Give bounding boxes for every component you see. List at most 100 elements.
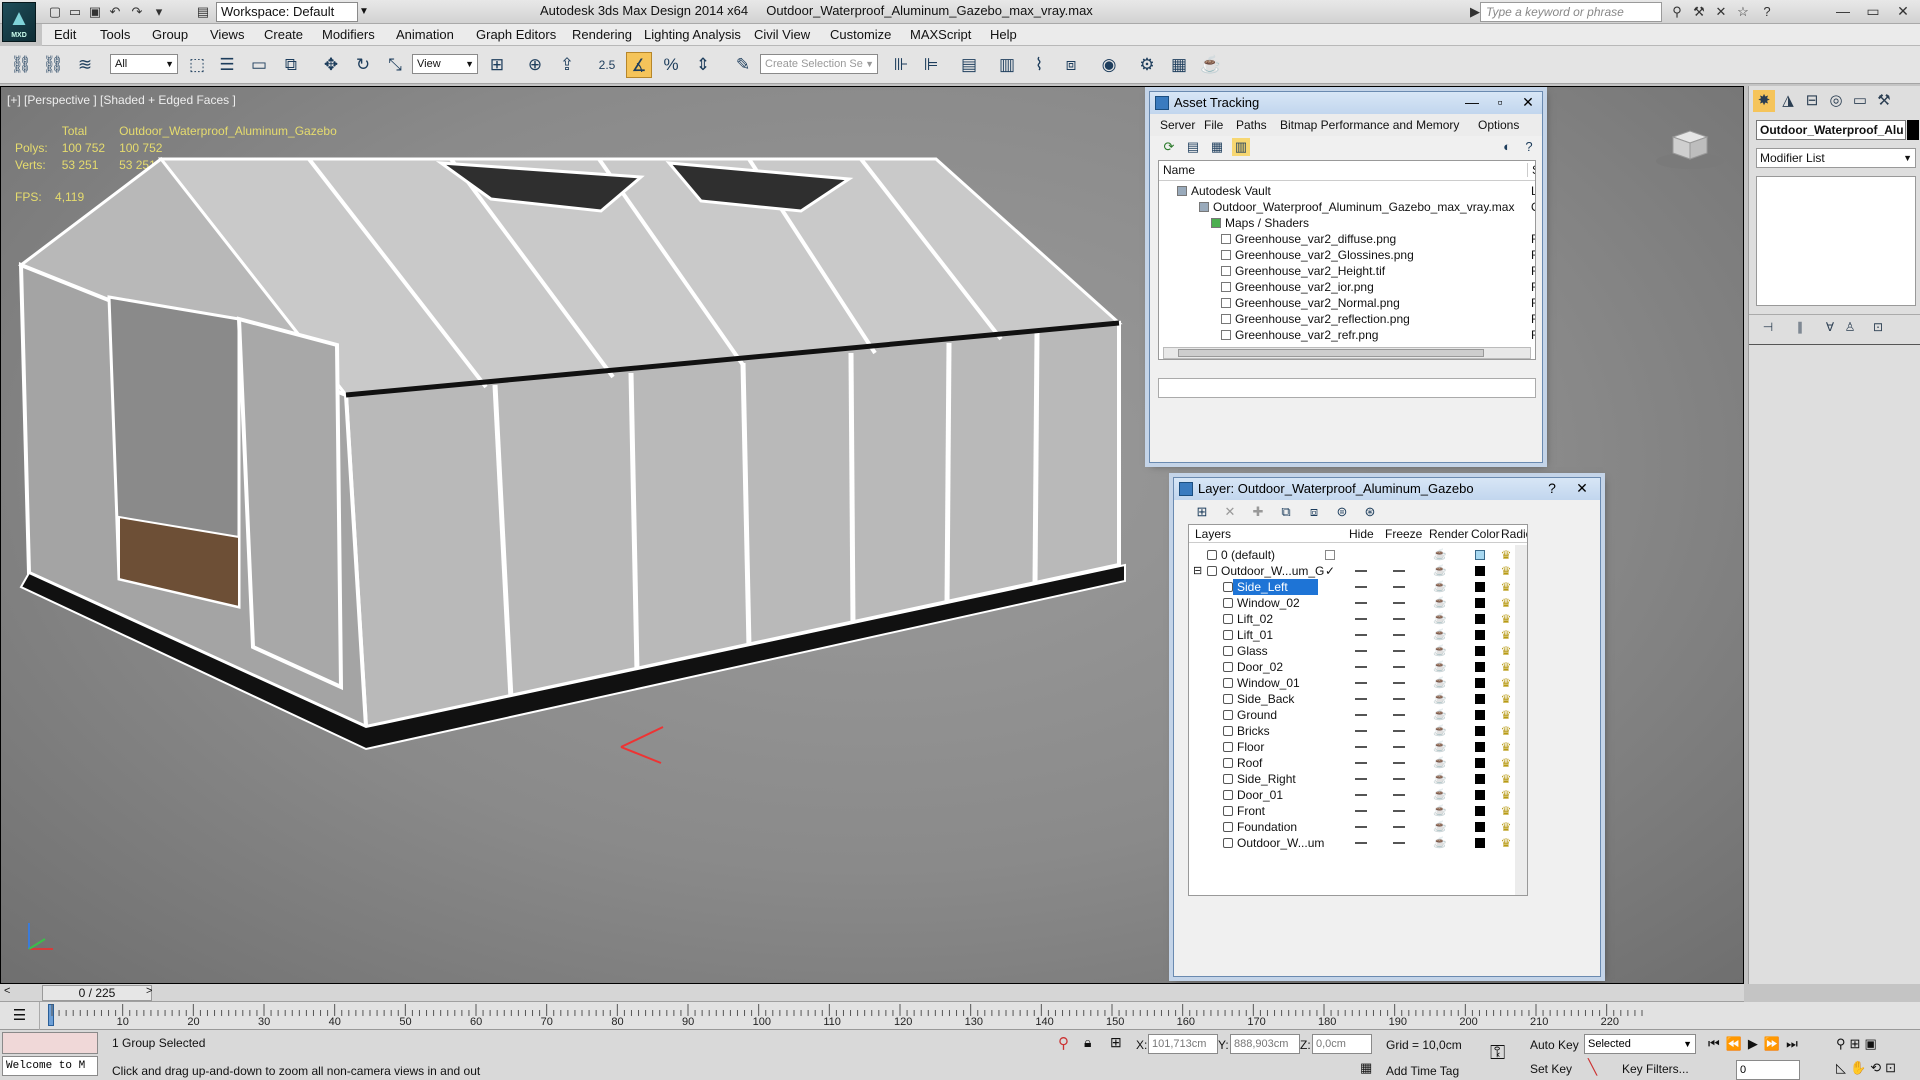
layer-row[interactable]: 0 (default) ☕ ♛ bbox=[1189, 547, 1527, 563]
modifier-stack[interactable] bbox=[1756, 176, 1916, 306]
keyboard-shortcut-override-icon[interactable]: ⇪ bbox=[554, 52, 580, 78]
remove-modifier-icon[interactable]: ♙ bbox=[1839, 316, 1861, 338]
render-production-icon[interactable]: ☕ bbox=[1198, 52, 1224, 78]
time-tag-icon[interactable]: ▦ bbox=[1360, 1060, 1372, 1076]
menu-server[interactable]: Server bbox=[1160, 118, 1195, 132]
scale-icon[interactable]: ⤡ bbox=[382, 52, 408, 78]
column-freeze[interactable]: Freeze bbox=[1385, 527, 1422, 541]
workspace-dropdown[interactable]: Workspace: Default ▼ bbox=[216, 2, 369, 22]
angle-snap-icon[interactable]: ∡ bbox=[626, 52, 652, 78]
layer-color-swatch[interactable] bbox=[1475, 822, 1485, 832]
freeze-toggle[interactable] bbox=[1393, 778, 1405, 780]
horizontal-scrollbar[interactable] bbox=[1163, 347, 1531, 359]
viewcube[interactable] bbox=[1653, 123, 1727, 171]
asset-row[interactable]: Greenhouse_var2_Normal.png Found bbox=[1159, 295, 1535, 311]
refresh-icon[interactable]: ⟳ bbox=[1160, 138, 1178, 156]
menu-paths[interactable]: Paths bbox=[1236, 118, 1267, 132]
current-layer-checkbox[interactable] bbox=[1325, 550, 1335, 560]
zoom-extents-icon[interactable]: ▣ bbox=[1864, 1036, 1880, 1051]
hide-toggle[interactable] bbox=[1355, 698, 1367, 700]
freeze-toggle[interactable] bbox=[1393, 842, 1405, 844]
zoom-all-icon[interactable]: ⊞ bbox=[1850, 1036, 1865, 1051]
asset-row[interactable]: Greenhouse_var2_Glossines.png Found bbox=[1159, 247, 1535, 263]
column-render[interactable]: Render bbox=[1429, 527, 1468, 541]
render-teapot-icon[interactable]: ☕ bbox=[1433, 789, 1447, 801]
help-icon[interactable]: ? bbox=[1520, 138, 1538, 156]
collapse-icon[interactable]: ⊟ bbox=[1193, 563, 1202, 579]
percent-snap-icon[interactable]: % bbox=[658, 52, 684, 78]
favorites-star-icon[interactable]: ☆ bbox=[1734, 3, 1752, 20]
hierarchy-tab-icon[interactable]: ⊟ bbox=[1801, 90, 1823, 112]
play-icon[interactable]: ▶ bbox=[1748, 1036, 1764, 1051]
chevron-down-icon[interactable]: ▼ bbox=[359, 3, 371, 21]
save-file-icon[interactable]: ▣ bbox=[86, 3, 104, 20]
orbit-icon[interactable]: ⟲ bbox=[1870, 1060, 1885, 1075]
spinner-snap-icon[interactable]: ⇕ bbox=[690, 52, 716, 78]
exchange-icon[interactable]: ✕ bbox=[1712, 3, 1730, 20]
show-end-result-icon[interactable]: ∥ bbox=[1789, 316, 1811, 338]
radiosity-icon[interactable]: ♛ bbox=[1499, 740, 1513, 754]
align-icon[interactable]: ⊫ bbox=[918, 52, 944, 78]
hide-toggle[interactable] bbox=[1355, 794, 1367, 796]
asset-tracking-title-bar[interactable]: Asset Tracking — ▫ ✕ bbox=[1150, 92, 1542, 114]
menu-bitmap-performance[interactable]: Bitmap Performance and Memory bbox=[1280, 118, 1459, 132]
freeze-toggle[interactable] bbox=[1393, 602, 1405, 604]
freeze-toggle[interactable] bbox=[1393, 730, 1405, 732]
layer-row[interactable]: Floor ☕ ♛ bbox=[1189, 739, 1527, 755]
freeze-toggle[interactable] bbox=[1393, 570, 1405, 572]
radiosity-icon[interactable]: ♛ bbox=[1499, 644, 1513, 658]
menu-civil-view[interactable]: Civil View bbox=[754, 27, 810, 42]
column-color[interactable]: Color bbox=[1471, 527, 1500, 541]
create-tab-icon[interactable]: ✸ bbox=[1753, 90, 1775, 112]
menu-customize[interactable]: Customize bbox=[830, 27, 891, 42]
menu-create[interactable]: Create bbox=[264, 27, 303, 42]
modify-tab-icon[interactable]: ◮ bbox=[1777, 90, 1799, 112]
time-slider-thumb[interactable]: 0 / 225 bbox=[42, 985, 152, 1001]
subscription-icon[interactable]: ⚒ bbox=[1690, 3, 1708, 20]
search-input[interactable]: Type a keyword or phrase bbox=[1480, 2, 1662, 22]
selection-filter-dropdown[interactable]: All ▼ bbox=[110, 54, 178, 74]
radiosity-icon[interactable]: ♛ bbox=[1499, 788, 1513, 802]
hide-toggle[interactable] bbox=[1355, 826, 1367, 828]
menu-options[interactable]: Options bbox=[1478, 118, 1519, 132]
render-teapot-icon[interactable]: ☕ bbox=[1433, 581, 1447, 593]
chevron-left-icon[interactable]: < bbox=[4, 985, 10, 997]
render-teapot-icon[interactable]: ☕ bbox=[1433, 757, 1447, 769]
freeze-toggle[interactable] bbox=[1393, 794, 1405, 796]
freeze-toggle[interactable] bbox=[1393, 618, 1405, 620]
layer-row[interactable]: Bricks ☕ ♛ bbox=[1189, 723, 1527, 739]
menu-edit[interactable]: Edit bbox=[54, 27, 76, 42]
curve-editor-icon[interactable]: ⌇ bbox=[1026, 52, 1052, 78]
redo-icon[interactable]: ↷ bbox=[128, 3, 146, 20]
mirror-icon[interactable]: ⊪ bbox=[888, 52, 914, 78]
freeze-toggle[interactable] bbox=[1393, 682, 1405, 684]
set-key-filter-icon[interactable]: ╲ bbox=[1588, 1058, 1597, 1076]
asset-row[interactable]: Greenhouse_var2_diffuse.png Found bbox=[1159, 231, 1535, 247]
column-layers[interactable]: Layers bbox=[1195, 527, 1231, 541]
layer-row[interactable]: Side_Right ☕ ♛ bbox=[1189, 771, 1527, 787]
radiosity-icon[interactable]: ♛ bbox=[1499, 580, 1513, 594]
render-teapot-icon[interactable]: ☕ bbox=[1433, 661, 1447, 673]
menu-tools[interactable]: Tools bbox=[100, 27, 130, 42]
open-file-icon[interactable]: ▭ bbox=[66, 3, 84, 20]
layer-color-swatch[interactable] bbox=[1475, 566, 1485, 576]
layer-row[interactable]: Lift_01 ☕ ♛ bbox=[1189, 627, 1527, 643]
freeze-toggle[interactable] bbox=[1393, 586, 1405, 588]
hide-toggle[interactable] bbox=[1355, 682, 1367, 684]
select-by-name-icon[interactable]: ☰ bbox=[214, 52, 240, 78]
render-teapot-icon[interactable]: ☕ bbox=[1433, 549, 1447, 561]
hide-toggle[interactable] bbox=[1355, 666, 1367, 668]
render-teapot-icon[interactable]: ☕ bbox=[1433, 773, 1447, 785]
key-filters-button[interactable]: Key Filters... bbox=[1622, 1062, 1689, 1076]
layer-color-swatch[interactable] bbox=[1475, 742, 1485, 752]
asset-row[interactable]: Greenhouse_var2_reflection.png Found bbox=[1159, 311, 1535, 327]
menu-file[interactable]: File bbox=[1204, 118, 1223, 132]
close-button[interactable]: ✕ bbox=[1568, 478, 1596, 498]
layer-row[interactable]: Foundation ☕ ♛ bbox=[1189, 819, 1527, 835]
layer-color-swatch[interactable] bbox=[1475, 694, 1485, 704]
set-key-button[interactable]: Set Key bbox=[1530, 1062, 1572, 1076]
add-to-layer-icon[interactable]: ✚ bbox=[1248, 502, 1268, 522]
render-teapot-icon[interactable]: ☕ bbox=[1433, 725, 1447, 737]
new-file-icon[interactable]: ▢ bbox=[46, 3, 64, 20]
move-icon[interactable]: ✥ bbox=[318, 52, 344, 78]
